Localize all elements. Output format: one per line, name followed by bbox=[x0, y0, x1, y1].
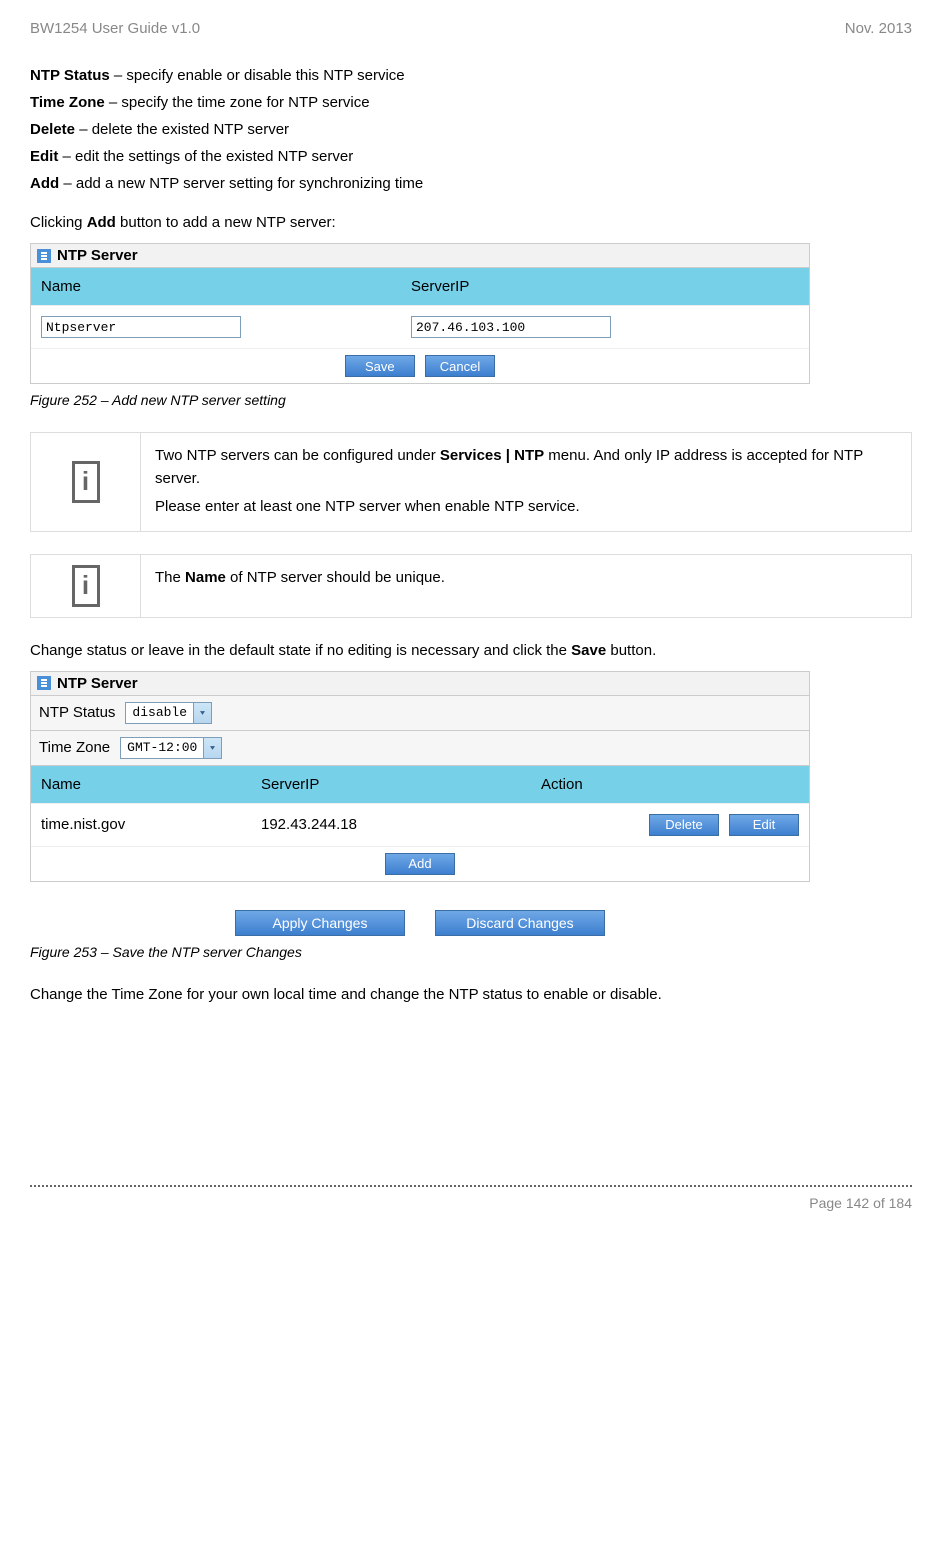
text-bold: Save bbox=[571, 642, 606, 659]
page-footer: Page 142 of 184 bbox=[30, 1187, 912, 1211]
info-box-2: i The Name of NTP server should be uniqu… bbox=[30, 554, 912, 618]
select-value: disable bbox=[126, 705, 193, 720]
header-right: Nov. 2013 bbox=[845, 20, 912, 37]
term-label: Delete bbox=[30, 121, 75, 138]
text-bold: Services | NTP bbox=[440, 447, 544, 464]
term-desc: – delete the existed NTP server bbox=[75, 121, 289, 138]
term-add: Add – add a new NTP server setting for s… bbox=[30, 173, 912, 194]
info-box-1: i Two NTP servers can be configured unde… bbox=[30, 432, 912, 532]
input-value: Ntpserver bbox=[46, 320, 116, 335]
panel-icon bbox=[37, 676, 51, 690]
ntp-status-label: NTP Status bbox=[39, 704, 115, 721]
term-desc: – add a new NTP server setting for synch… bbox=[59, 175, 423, 192]
header-left: BW1254 User Guide v1.0 bbox=[30, 20, 200, 37]
text: of NTP server should be unique. bbox=[226, 569, 445, 586]
cell-actions: Delete Edit bbox=[531, 804, 809, 846]
table-row: time.nist.gov 192.43.244.18 Delete Edit bbox=[31, 803, 809, 846]
term-desc: – specify the time zone for NTP service bbox=[105, 94, 370, 111]
term-label: Edit bbox=[30, 148, 58, 165]
text: button to add a new NTP server: bbox=[116, 214, 336, 231]
panel-button-row: Save Cancel bbox=[31, 348, 809, 383]
text: button. bbox=[606, 642, 656, 659]
term-label: NTP Status bbox=[30, 67, 110, 84]
page-header: BW1254 User Guide v1.0 Nov. 2013 bbox=[30, 20, 912, 37]
serverip-input[interactable]: 207.46.103.100 bbox=[411, 316, 611, 338]
paragraph-timezone: Change the Time Zone for your own local … bbox=[30, 984, 912, 1005]
save-button[interactable]: Save bbox=[345, 355, 415, 377]
cell-name: time.nist.gov bbox=[31, 804, 251, 846]
table-header-row: Name ServerIP Action bbox=[31, 766, 809, 803]
apply-discard-row: Apply Changes Discard Changes bbox=[30, 910, 810, 936]
text: Please enter at least one NTP server whe… bbox=[155, 496, 897, 519]
text: Two NTP servers can be configured under bbox=[155, 447, 440, 464]
chevron-down-icon bbox=[193, 703, 211, 723]
paragraph-save-intro: Change status or leave in the default st… bbox=[30, 640, 912, 661]
term-ntp-status: NTP Status – specify enable or disable t… bbox=[30, 65, 912, 86]
figure-caption-253: Figure 253 – Save the NTP server Changes bbox=[30, 944, 912, 960]
add-button[interactable]: Add bbox=[385, 853, 455, 875]
col-name: Name bbox=[31, 766, 251, 803]
ntp-status-row: NTP Status disable bbox=[31, 696, 809, 731]
info-text: The Name of NTP server should be unique. bbox=[141, 555, 911, 617]
input-value: 207.46.103.100 bbox=[416, 320, 525, 335]
col-serverip: ServerIP bbox=[401, 268, 809, 305]
col-serverip: ServerIP bbox=[251, 766, 531, 803]
panel-title: NTP Server bbox=[57, 675, 138, 692]
time-zone-row: Time Zone GMT-12:00 bbox=[31, 731, 809, 766]
select-value: GMT-12:00 bbox=[121, 740, 203, 755]
time-zone-label: Time Zone bbox=[39, 739, 110, 756]
ntp-add-panel: NTP Server Name ServerIP Ntpserver 207.4… bbox=[30, 243, 810, 384]
text: Clicking bbox=[30, 214, 87, 231]
info-text: Two NTP servers can be configured under … bbox=[141, 433, 911, 531]
panel-title-bar: NTP Server bbox=[31, 672, 809, 696]
ntp-server-panel: NTP Server NTP Status disable Time Zone … bbox=[30, 671, 810, 882]
discard-changes-button[interactable]: Discard Changes bbox=[435, 910, 605, 936]
info-icon-cell: i bbox=[31, 433, 141, 531]
chevron-down-icon bbox=[203, 738, 221, 758]
text: Change status or leave in the default st… bbox=[30, 642, 571, 659]
name-input[interactable]: Ntpserver bbox=[41, 316, 241, 338]
panel-icon bbox=[37, 249, 51, 263]
col-action: Action bbox=[531, 766, 809, 803]
table-row: Ntpserver 207.46.103.100 bbox=[31, 305, 809, 348]
cancel-button[interactable]: Cancel bbox=[425, 355, 495, 377]
figure-caption-252: Figure 252 – Add new NTP server setting bbox=[30, 392, 912, 408]
info-icon: i bbox=[72, 461, 100, 503]
term-edit: Edit – edit the settings of the existed … bbox=[30, 146, 912, 167]
apply-changes-button[interactable]: Apply Changes bbox=[235, 910, 405, 936]
term-label: Add bbox=[30, 175, 59, 192]
ntp-status-select[interactable]: disable bbox=[125, 702, 212, 724]
term-time-zone: Time Zone – specify the time zone for NT… bbox=[30, 92, 912, 113]
table-header-row: Name ServerIP bbox=[31, 268, 809, 305]
panel-title: NTP Server bbox=[57, 247, 138, 264]
paragraph-add-intro: Clicking Add button to add a new NTP ser… bbox=[30, 212, 912, 233]
panel-title-bar: NTP Server bbox=[31, 244, 809, 268]
text-bold: Name bbox=[185, 569, 226, 586]
delete-button[interactable]: Delete bbox=[649, 814, 719, 836]
term-desc: – edit the settings of the existed NTP s… bbox=[58, 148, 353, 165]
info-icon: i bbox=[72, 565, 100, 607]
time-zone-select[interactable]: GMT-12:00 bbox=[120, 737, 222, 759]
text: The bbox=[155, 569, 185, 586]
panel-button-row: Add bbox=[31, 846, 809, 881]
term-label: Time Zone bbox=[30, 94, 105, 111]
col-name: Name bbox=[31, 268, 401, 305]
term-desc: – specify enable or disable this NTP ser… bbox=[110, 67, 405, 84]
cell-serverip: 192.43.244.18 bbox=[251, 804, 531, 846]
info-icon-cell: i bbox=[31, 555, 141, 617]
text-bold: Add bbox=[87, 214, 116, 231]
term-delete: Delete – delete the existed NTP server bbox=[30, 119, 912, 140]
edit-button[interactable]: Edit bbox=[729, 814, 799, 836]
